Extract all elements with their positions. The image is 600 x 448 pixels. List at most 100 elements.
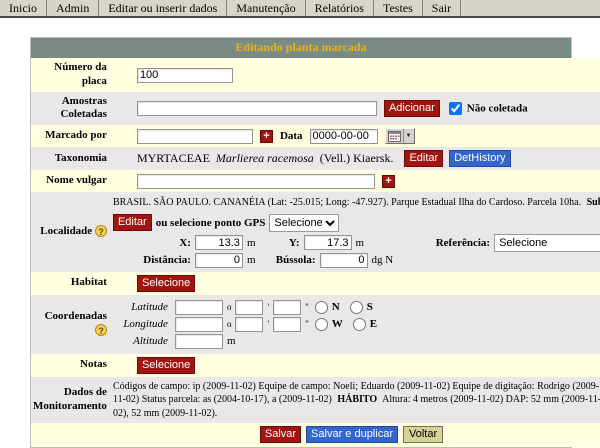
row-habitat: Habitat Selecione: [31, 272, 600, 295]
menu-item-editar-inserir[interactable]: Editar ou inserir dados: [99, 0, 227, 16]
data-label: Data: [280, 130, 303, 142]
localidade-label-cell: Localidade ?: [31, 192, 111, 272]
minute-symbol: ': [267, 302, 269, 312]
latitude-south-radio[interactable]: [350, 301, 363, 314]
localidade-description-text: BRASIL. SÃO PAULO. CANANÉIA (Lat: -25.01…: [113, 197, 581, 208]
gps-select[interactable]: Selecione: [269, 214, 339, 232]
adicionar-button[interactable]: Adicionar: [384, 100, 440, 117]
data-input[interactable]: [310, 129, 378, 144]
east-label: E: [370, 318, 377, 330]
date-picker-button[interactable]: ▼: [385, 128, 415, 144]
coordenadas-label: Coordenadas: [45, 310, 107, 322]
amostras-input[interactable]: [137, 101, 377, 116]
latitude-sec-input[interactable]: [273, 300, 301, 315]
taxonomia-label: Taxonomia: [31, 147, 111, 170]
distancia-label: Distância:: [113, 254, 191, 266]
add-nome-vulgar-button[interactable]: +: [382, 175, 395, 188]
nao-coletada-checkbox[interactable]: [449, 102, 462, 115]
localidade-description: BRASIL. SÃO PAULO. CANANÉIA (Lat: -25.01…: [113, 195, 600, 212]
localidade-help-icon[interactable]: ?: [95, 225, 107, 237]
degree-symbol: o: [227, 319, 232, 329]
latitude-deg-input[interactable]: [175, 300, 223, 315]
longitude-min-input[interactable]: [235, 317, 263, 332]
edit-plant-form: Editando planta marcada Número da placa …: [30, 37, 572, 448]
notas-selecione-button[interactable]: Selecione: [137, 357, 195, 374]
altitude-input[interactable]: [175, 334, 223, 349]
second-symbol: ": [305, 319, 309, 329]
altitude-label: Altitude: [113, 335, 168, 347]
menu-item-sair[interactable]: Sair: [423, 0, 461, 16]
coordenadas-label-cell: Coordenadas ?: [31, 295, 111, 354]
menu-item-inicio[interactable]: Inicio: [0, 0, 47, 16]
dethistory-button[interactable]: DetHistory: [449, 150, 510, 167]
add-marcador-button[interactable]: +: [260, 130, 273, 143]
nome-vulgar-label: Nome vulgar: [31, 170, 111, 192]
bussola-unit: dg N: [372, 254, 394, 266]
taxonomia-editar-button[interactable]: Editar: [404, 150, 443, 167]
habitat-selecione-button[interactable]: Selecione: [137, 275, 195, 292]
south-label: S: [367, 301, 373, 313]
row-localidade: Localidade ? BRASIL. SÃO PAULO. CANANÉIA…: [31, 192, 600, 272]
bussola-input[interactable]: [320, 253, 368, 268]
notas-label: Notas: [31, 354, 111, 377]
menu-item-testes[interactable]: Testes: [374, 0, 423, 16]
menu-item-manutencao[interactable]: Manutenção: [227, 0, 305, 16]
row-amostras: Amostras Coletadas Adicionar Não coletad…: [31, 92, 600, 126]
top-menu-bar: Inicio Admin Editar ou inserir dados Man…: [0, 0, 600, 18]
marcado-por-input[interactable]: [137, 129, 253, 144]
x-input[interactable]: [195, 235, 243, 250]
longitude-deg-input[interactable]: [175, 317, 223, 332]
calendar-dropdown-icon: ▼: [403, 129, 414, 143]
numero-placa-input[interactable]: [137, 68, 233, 83]
coordenadas-help-icon[interactable]: ?: [95, 324, 107, 336]
salvar-duplicar-button[interactable]: Salvar e duplicar: [306, 426, 398, 443]
longitude-west-radio[interactable]: [315, 318, 328, 331]
form-title: Editando planta marcada: [31, 38, 571, 58]
localidade-subparcela: SubParcela B00.: [587, 197, 600, 208]
row-coordenadas: Coordenadas ? Latitude o ' " N S: [31, 295, 600, 354]
habitat-label: Habitat: [31, 272, 111, 295]
y-input[interactable]: [304, 235, 352, 250]
menu-item-relatorios[interactable]: Relatórios: [306, 0, 374, 16]
west-label: W: [332, 318, 343, 330]
localidade-label: Localidade: [40, 225, 92, 237]
y-label: Y:: [264, 237, 300, 249]
altitude-unit: m: [227, 335, 236, 347]
taxonomia-family: MYRTACEAE: [137, 151, 210, 165]
amostras-label: Amostras Coletadas: [31, 92, 111, 126]
latitude-label: Latitude: [113, 301, 168, 313]
nome-vulgar-input[interactable]: [137, 174, 375, 189]
distancia-input[interactable]: [195, 253, 243, 268]
degree-symbol: o: [227, 302, 232, 312]
row-actions: Salvar Salvar e duplicar Voltar: [31, 423, 600, 447]
longitude-sec-input[interactable]: [273, 317, 301, 332]
nao-coletada-label: Não coletada: [467, 102, 528, 114]
row-numero-placa: Número da placa: [31, 58, 600, 92]
row-monitoramento: Dados de Monitoramento Códigos de campo:…: [31, 377, 600, 424]
second-symbol: ": [305, 302, 309, 312]
menu-item-admin[interactable]: Admin: [47, 0, 99, 16]
calendar-icon: [386, 131, 403, 142]
form-table: Número da placa Amostras Coletadas Adici…: [31, 58, 600, 447]
longitude-label: Longitude: [113, 318, 168, 330]
x-label: X:: [113, 237, 191, 249]
localidade-editar-button[interactable]: Editar: [113, 214, 152, 231]
row-marcado-por: Marcado por + Data: [31, 125, 600, 147]
referencia-label: Referência:: [372, 237, 490, 249]
latitude-north-radio[interactable]: [315, 301, 328, 314]
taxonomia-species: Marlierea racemosa: [216, 151, 314, 165]
referencia-select[interactable]: Selecione: [494, 234, 600, 252]
minute-symbol: ': [267, 319, 269, 329]
numero-placa-label: Número da placa: [31, 58, 111, 92]
y-unit: m: [356, 237, 365, 249]
longitude-east-radio[interactable]: [353, 318, 366, 331]
monitoramento-label: Dados de Monitoramento: [31, 377, 111, 424]
monitoramento-habito: HÁBITO: [337, 394, 377, 405]
marcado-por-label: Marcado por: [31, 125, 111, 147]
latitude-min-input[interactable]: [235, 300, 263, 315]
taxonomia-author: (Vell.) Kiaersk.: [320, 151, 394, 165]
gps-label: ou selecione ponto GPS: [156, 217, 266, 229]
row-notas: Notas Selecione: [31, 354, 600, 377]
voltar-button[interactable]: Voltar: [403, 426, 443, 443]
salvar-button[interactable]: Salvar: [260, 426, 301, 443]
